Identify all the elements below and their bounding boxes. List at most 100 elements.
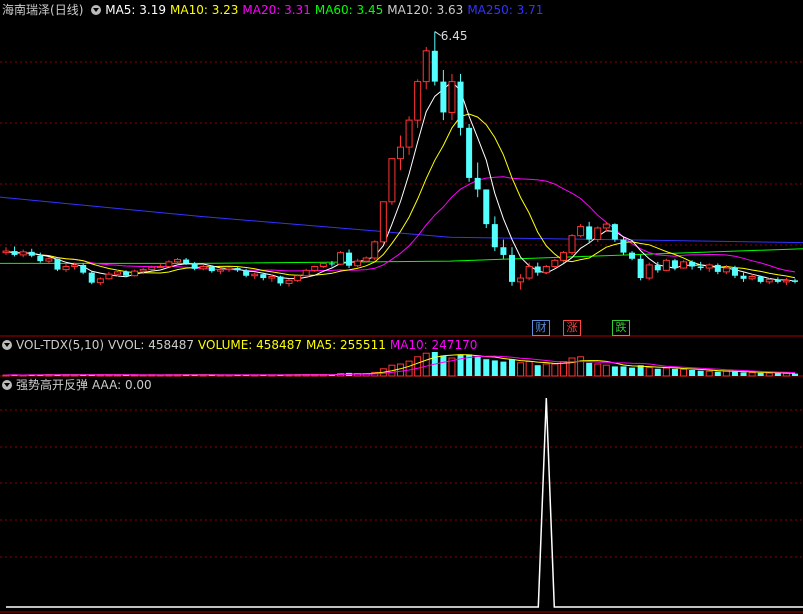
candle-body (251, 273, 259, 277)
ma250-line (0, 196, 803, 244)
volume-panel-header: VOL-TDX(5,10) VVOL: 458487 VOLUME: 458487 M… (2, 337, 485, 353)
candle-body (243, 270, 250, 276)
peak-price-label: 6.45 (440, 28, 468, 43)
volume-bar (517, 362, 525, 377)
candle-body (508, 254, 515, 282)
candle-body (45, 258, 53, 262)
volume-bar (748, 372, 756, 377)
candle-body (568, 235, 576, 254)
candle-body (165, 261, 173, 267)
candle-body (466, 127, 473, 178)
candle-body (379, 201, 387, 243)
candle-body (396, 146, 405, 160)
candle-body (491, 224, 498, 248)
volume-bar (680, 368, 688, 377)
ma20-line (5, 176, 796, 273)
volume-legend-item: VVOL: 458487 (108, 338, 195, 352)
period-label: (日线) (50, 3, 84, 17)
candle-body (431, 50, 438, 82)
candle-body (680, 261, 688, 269)
candle-body (174, 259, 182, 263)
candle-body (199, 265, 207, 270)
candle-body (671, 260, 678, 269)
candle-body (311, 265, 319, 271)
chevron-down-icon[interactable] (2, 380, 12, 390)
candle-body (113, 271, 121, 275)
candle-body (105, 273, 113, 280)
candle-body (88, 272, 95, 283)
candle-body (216, 269, 224, 272)
candle-body (123, 271, 130, 276)
candle-body (611, 224, 618, 240)
candle-body (11, 251, 18, 255)
candle-body (80, 264, 87, 273)
chevron-down-icon[interactable] (91, 5, 102, 15)
volume-bar (586, 362, 593, 376)
volume-bar (782, 372, 790, 377)
chevron-down-icon[interactable] (2, 340, 12, 350)
candle-body (19, 251, 27, 256)
chart-canvas[interactable] (0, 0, 803, 614)
volume-bar (414, 356, 422, 377)
candle-body (559, 252, 567, 261)
event-badge[interactable]: 跌 (612, 320, 630, 336)
candle-body (2, 250, 10, 254)
candle-body (474, 177, 481, 190)
ma5-line (5, 80, 796, 282)
volume-bar (405, 360, 413, 377)
candle-body (405, 119, 413, 148)
volume-bar (662, 367, 670, 377)
candle-body (191, 263, 198, 269)
candle-body (645, 264, 653, 279)
volume-bar (396, 363, 405, 377)
candle-body (54, 258, 61, 270)
volume-bar (765, 372, 773, 377)
event-badge[interactable]: 财 (532, 320, 550, 336)
candle-body (586, 226, 593, 240)
aaa-signal-line (6, 397, 803, 608)
candle-body (740, 275, 747, 279)
candle-body (346, 252, 353, 266)
candle-body (277, 276, 284, 284)
volume-bar (525, 361, 533, 377)
candle-body (268, 276, 276, 279)
volume-bar (542, 363, 550, 377)
candle-body (139, 269, 147, 272)
ma-legend-item: MA10: 3.23 (170, 3, 239, 17)
candle-body (156, 265, 164, 268)
candle-body (483, 189, 490, 225)
volume-bar (740, 372, 747, 376)
candle-body (285, 279, 293, 284)
candle-body (28, 251, 35, 256)
ma-legend-item: MA60: 3.45 (314, 3, 384, 17)
volume-bar (422, 352, 430, 377)
volume-bar (689, 370, 696, 376)
indicator-name: 强势高开反弹 (16, 378, 89, 392)
candle-body (362, 257, 370, 262)
volume-bar (629, 367, 636, 376)
indicator-panel-header: 强势高开反弹 AAA: 0.00 (2, 377, 156, 393)
candle-body (774, 279, 781, 282)
candle-body (260, 274, 267, 279)
chart-stage: 海南瑞泽(日线) MA5: 3.19 MA10: 3.23 MA20: 3.31 MA… (0, 0, 803, 614)
volume-legend-item: MA10: 247170 (389, 338, 478, 352)
candle-body (620, 239, 627, 253)
volume-bar (508, 359, 515, 376)
candle-body (354, 260, 362, 267)
volume-bar (491, 360, 498, 376)
event-badge[interactable]: 涨 (563, 320, 581, 336)
candle-body (714, 264, 721, 272)
volume-bar (637, 365, 644, 376)
volume-bar (714, 371, 721, 376)
candle-body (302, 269, 310, 277)
candle-body (294, 275, 302, 281)
candle-body (534, 266, 541, 273)
ma-legend-item: MA20: 3.31 (242, 3, 311, 17)
ma60-line (0, 248, 803, 264)
candle-body (500, 247, 507, 255)
candle-body (234, 268, 241, 271)
candle-body (71, 264, 79, 267)
volume-bar (757, 372, 764, 376)
volume-legend: VVOL: 458487 VOLUME: 458487 MA5: 255511 MA1… (108, 338, 481, 352)
volume-bar (654, 368, 661, 376)
